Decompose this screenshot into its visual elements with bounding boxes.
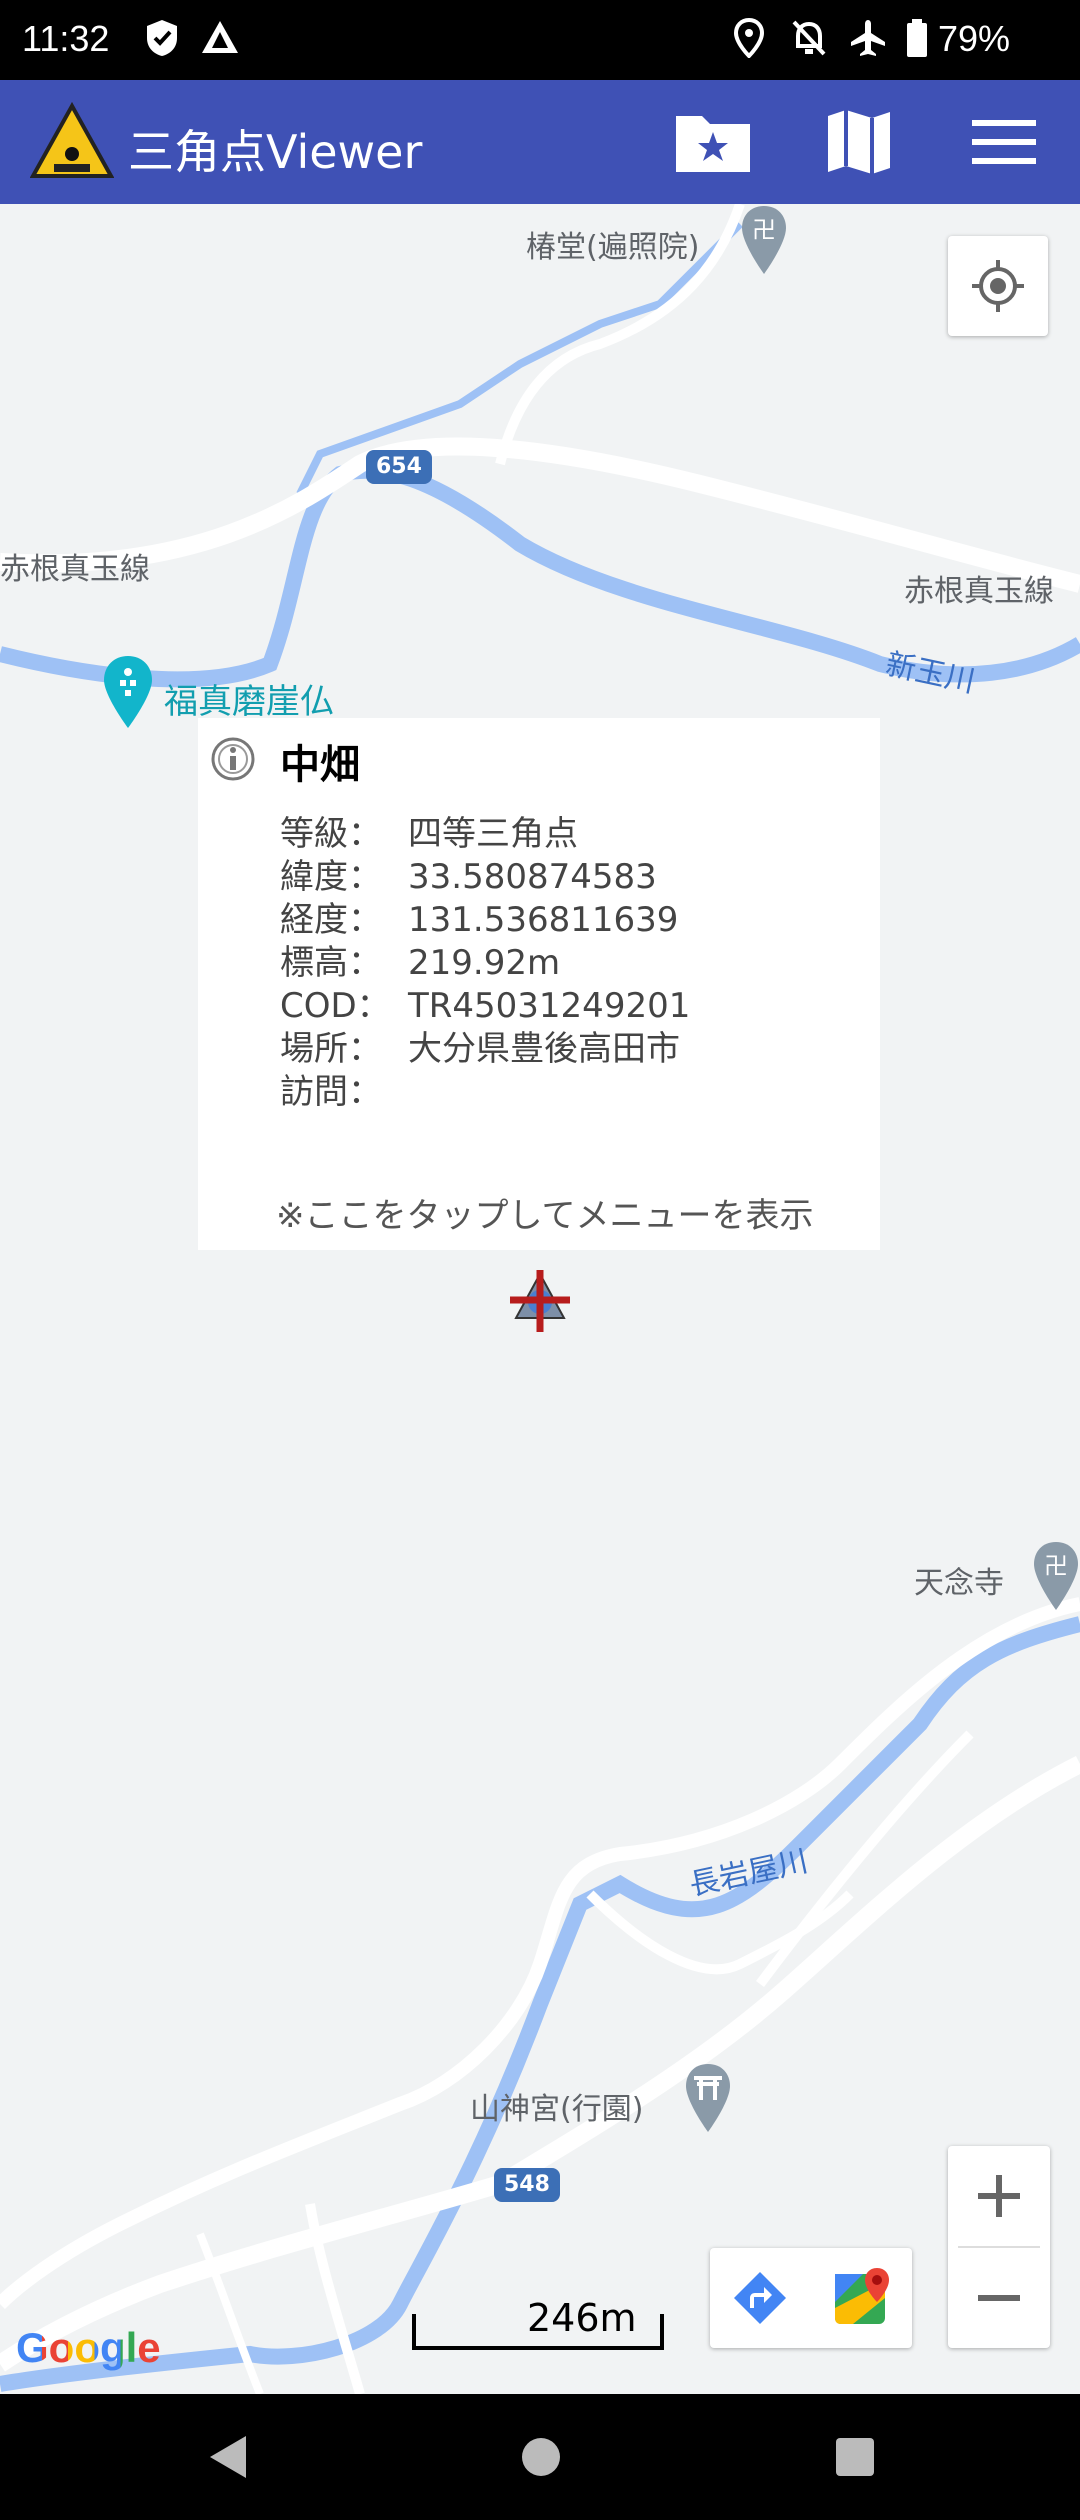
info-row-elevation: 標高： 219.92m	[280, 943, 561, 983]
directions-button[interactable]	[710, 2248, 810, 2348]
my-location-button[interactable]	[948, 236, 1048, 336]
app-bar: 三角点Viewer	[0, 80, 1080, 204]
map-icon	[828, 110, 890, 174]
favorites-folder-icon	[676, 116, 750, 172]
menu-icon	[972, 120, 1036, 164]
map-label-road-left: 赤根真玉線	[0, 552, 150, 587]
info-rows: 等級： 四等三角点 緯度： 33.580874583 経度： 131.53681163…	[280, 806, 691, 1112]
poi-marker-icon[interactable]	[100, 654, 156, 734]
svg-text:卍: 卍	[1044, 1552, 1068, 1580]
shrine-marker-icon[interactable]	[682, 2062, 734, 2138]
menu-button[interactable]	[960, 102, 1050, 182]
info-row-code: COD： TR45031249201	[280, 986, 691, 1026]
minus-icon	[978, 2295, 1020, 2301]
svg-text:卍: 卍	[752, 216, 776, 244]
zoom-in-button[interactable]	[948, 2146, 1050, 2246]
temple-right-marker-icon[interactable]: 卍	[1030, 1540, 1080, 1616]
zoom-out-button[interactable]	[948, 2248, 1050, 2348]
route-badge-654: 654	[366, 450, 432, 484]
google-maps-icon	[835, 2268, 889, 2324]
app-logo-icon	[30, 102, 114, 178]
google-logo: Google	[16, 2324, 161, 2371]
map-label-temple-right: 天念寺	[914, 1566, 1004, 1601]
map-label-shrine: 山神宮(行園)	[470, 2092, 644, 2127]
favorites-button[interactable]	[668, 102, 758, 182]
nav-bar	[0, 2394, 1080, 2520]
info-row-location: 場所： 大分県豊後高田市	[280, 1029, 680, 1069]
triangulation-marker-icon[interactable]	[506, 1266, 574, 1334]
home-icon[interactable]	[518, 2434, 564, 2480]
map-toolbar	[710, 2248, 912, 2348]
crosshair-location-icon	[972, 260, 1024, 312]
info-row-latitude: 緯度： 33.580874583	[280, 857, 657, 897]
status-bar: 11:32 79%	[0, 0, 1080, 80]
location-icon	[734, 18, 764, 58]
info-row-visit: 訪問：	[280, 1072, 382, 1112]
app-title: 三角点Viewer	[128, 125, 423, 179]
back-icon[interactable]	[206, 2432, 252, 2482]
route-badge-548: 548	[494, 2168, 560, 2202]
battery-percent: 79%	[938, 18, 1011, 59]
map-type-button[interactable]	[814, 102, 904, 182]
info-hint: ※ここをタップしてメニューを表示	[276, 1196, 814, 1236]
map-label-road-right: 赤根真玉線	[904, 574, 1054, 609]
battery-icon	[907, 19, 927, 57]
plus-icon	[978, 2175, 1020, 2217]
zoom-controls	[948, 2146, 1050, 2348]
info-icon	[211, 737, 255, 781]
temple-marker-icon[interactable]: 卍	[738, 204, 790, 280]
airplane-icon	[851, 20, 885, 56]
directions-icon	[734, 2272, 786, 2324]
triangle-icon	[202, 21, 238, 53]
info-row-longitude: 経度： 131.536811639	[280, 900, 679, 940]
map-view[interactable]: 椿堂(遍照院) 卍 654 赤根真玉線 赤根真玉線 新玉川 福真磨崖仏 天念寺 …	[0, 204, 1080, 2394]
scale-bar	[412, 2314, 664, 2350]
map-label-temple-top: 椿堂(遍照院)	[526, 230, 700, 265]
info-title: 中畑	[280, 742, 360, 788]
recents-icon[interactable]	[834, 2436, 876, 2478]
open-google-maps-button[interactable]	[811, 2248, 911, 2348]
info-row-grade: 等級： 四等三角点	[280, 814, 578, 854]
info-window[interactable]: 中畑 等級： 四等三角点 緯度： 33.580874583 経度： 131.53681…	[198, 718, 880, 1250]
status-time: 11:32	[22, 18, 110, 59]
shield-check-icon	[147, 20, 177, 56]
map-label-poi: 福真磨崖仏	[164, 682, 334, 722]
alarm-off-icon	[792, 20, 826, 56]
